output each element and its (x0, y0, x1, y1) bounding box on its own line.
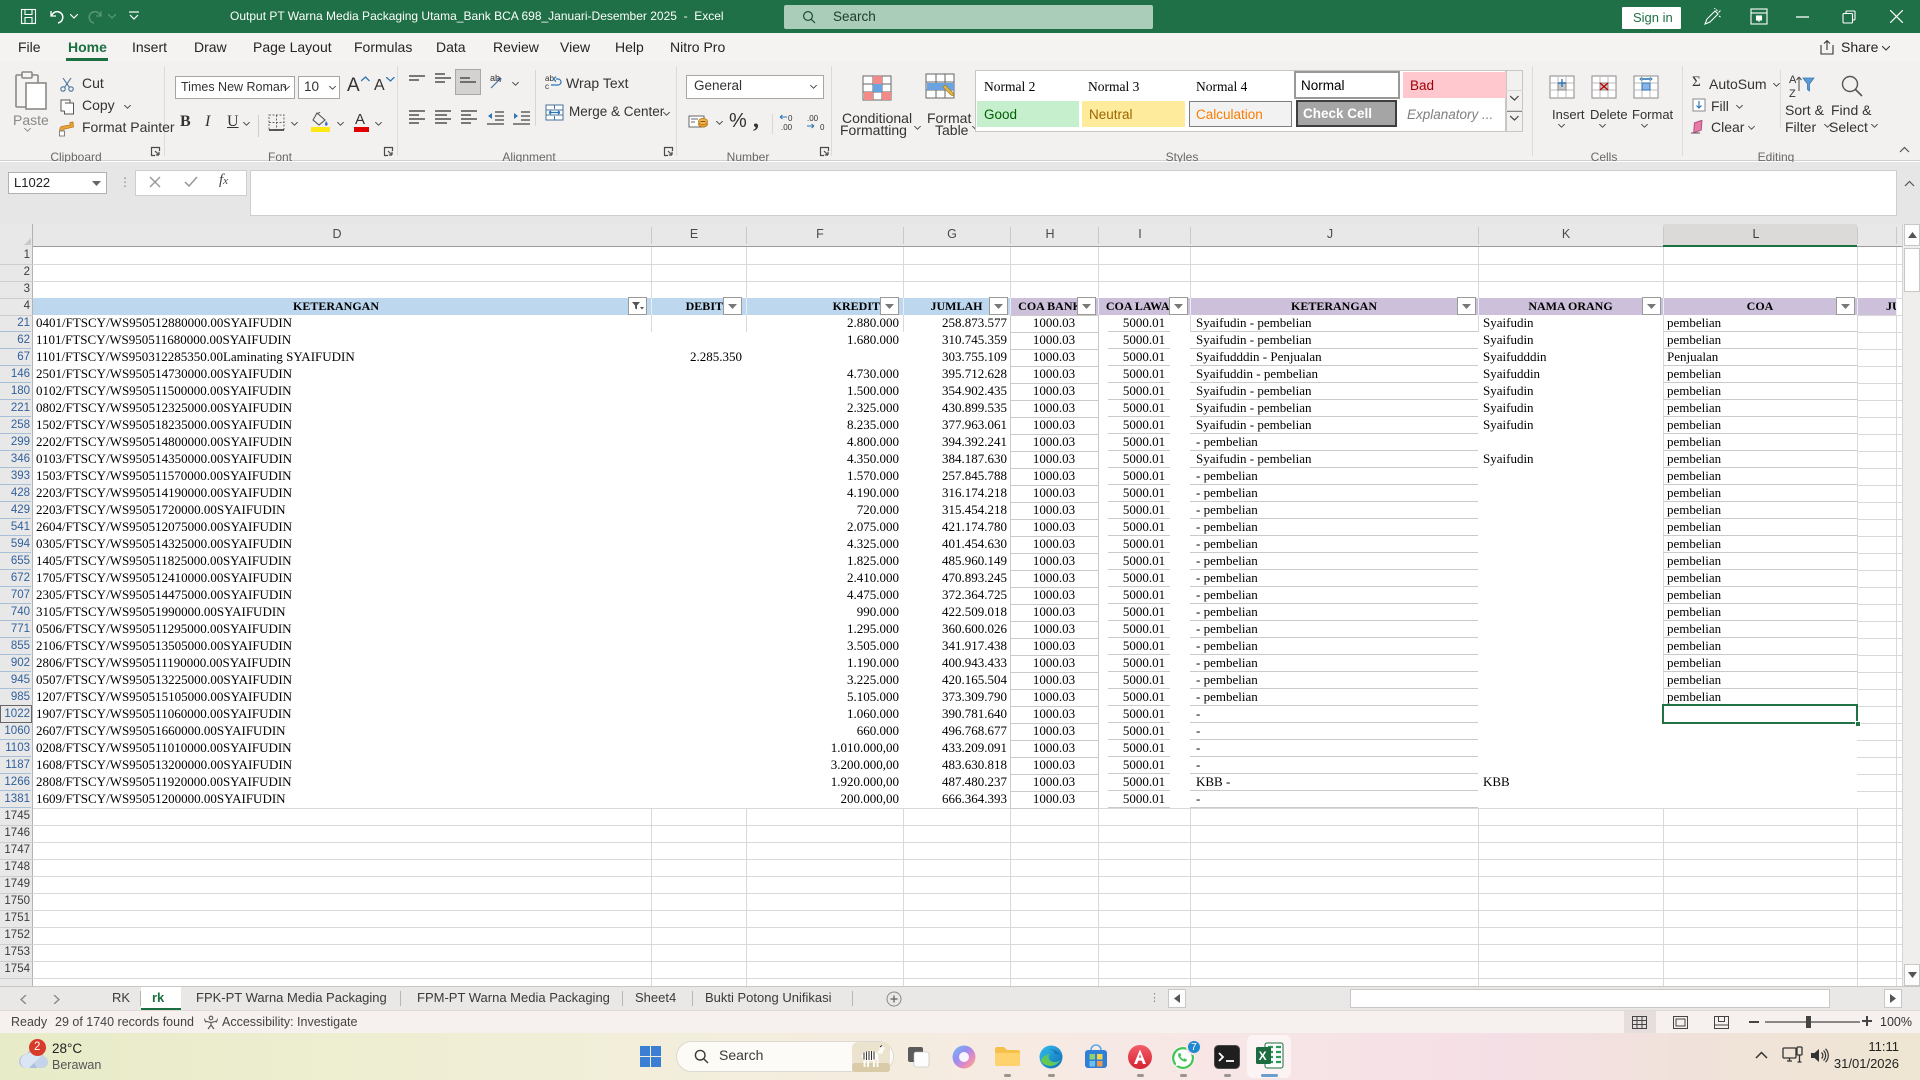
svg-text:0: 0 (820, 123, 825, 131)
svg-text:Z: Z (1789, 88, 1796, 99)
svg-text:.00: .00 (807, 114, 819, 123)
svg-text:c: c (545, 82, 549, 90)
svg-text:X: X (1259, 1049, 1267, 1063)
svg-text:.00: .00 (781, 123, 793, 131)
svg-text:0: 0 (788, 114, 793, 123)
svg-text:A: A (1789, 74, 1797, 86)
svg-text:ab: ab (490, 73, 500, 83)
